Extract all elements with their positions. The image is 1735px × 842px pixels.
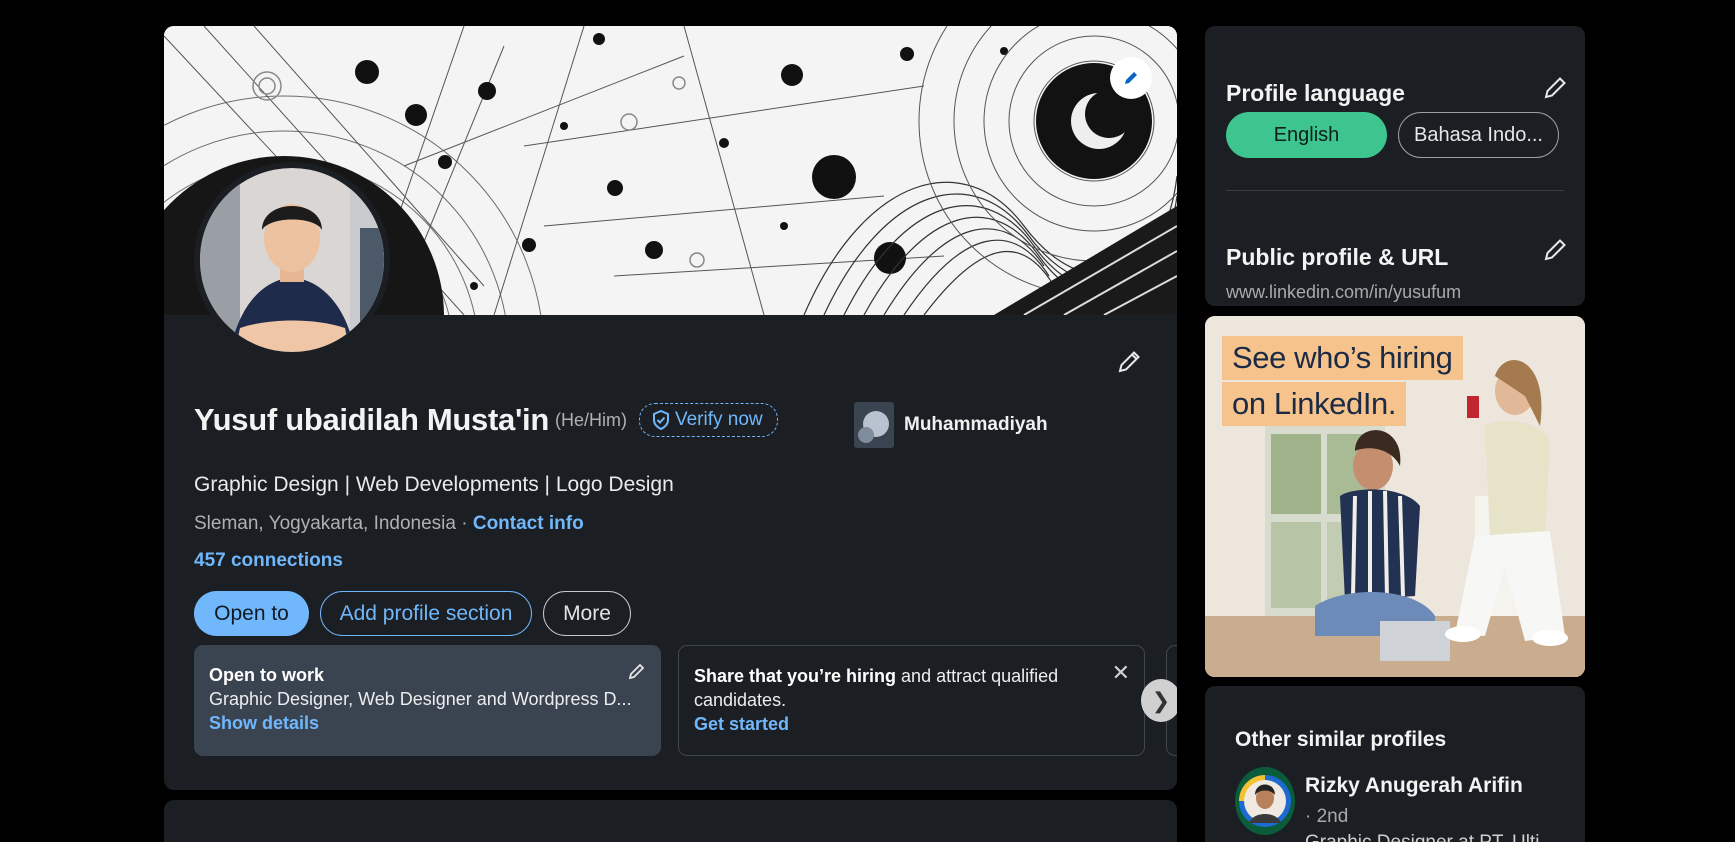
divider — [1226, 190, 1564, 191]
similar-profiles-card: Other similar profiles Rizky Anugerah Ar… — [1205, 686, 1585, 842]
similar-profile-headline: Graphic Designer at PT. Ulti... — [1305, 832, 1555, 842]
profile-headline: Graphic Design | Web Developments | Logo… — [194, 473, 674, 496]
shield-check-icon — [652, 410, 669, 430]
similar-profiles-title: Other similar profiles — [1235, 728, 1447, 751]
connection-degree: · 2nd — [1305, 806, 1349, 827]
add-profile-section-button[interactable]: Add profile section — [320, 591, 532, 636]
pronouns: (He/Him) — [554, 409, 627, 430]
more-button[interactable]: More — [543, 591, 631, 636]
analytics-card — [164, 800, 1177, 842]
share-hiring-text: and attract qualified — [896, 666, 1059, 686]
pencil-icon — [1125, 72, 1137, 84]
ad-headline-line2: on LinkedIn. — [1222, 382, 1407, 426]
location-row: Sleman, Yogyakarta, Indonesia · Contact … — [194, 513, 584, 535]
open-to-work-card: Open to work Graphic Designer, Web Desig… — [194, 645, 661, 756]
connections-link[interactable]: 457 connections — [194, 550, 343, 572]
get-started-link[interactable]: Get started — [694, 712, 1129, 736]
public-profile-url: www.linkedin.com/in/yusufum — [1226, 282, 1462, 302]
pencil-icon — [1118, 351, 1140, 373]
language-option-english[interactable]: English — [1226, 112, 1387, 158]
similar-profile-name[interactable]: Rizky Anugerah Arifin — [1305, 774, 1523, 798]
show-details-link[interactable]: Show details — [209, 711, 646, 735]
contact-info-link[interactable]: Contact info — [473, 513, 584, 534]
pencil-icon — [628, 663, 645, 680]
carousel-next-button[interactable]: ❯ — [1141, 679, 1177, 722]
pencil-icon — [1544, 239, 1566, 261]
close-icon[interactable]: ✕ — [1112, 661, 1130, 685]
language-option-bahasa[interactable]: Bahasa Indo... — [1398, 112, 1559, 158]
open-to-work-title: Open to work — [209, 665, 325, 685]
pencil-icon — [1544, 77, 1566, 99]
profile-avatar[interactable] — [194, 162, 390, 358]
current-company[interactable]: Muhammadiyah — [854, 402, 1048, 448]
profile-actions: Open to Add profile section More — [194, 591, 631, 636]
open-to-button[interactable]: Open to — [194, 591, 309, 636]
verify-now-button[interactable]: Verify now — [638, 403, 778, 437]
share-hiring-title: Share that you’re hiring — [694, 666, 897, 686]
edit-public-profile-button[interactable] — [1541, 236, 1569, 269]
profile-card: Yusuf ubaidilah Musta'in (He/Him) Verify… — [164, 26, 1177, 790]
hiring-ad[interactable]: See who’s hiring on LinkedIn. — [1205, 316, 1585, 677]
edit-intro-button[interactable] — [1111, 344, 1147, 380]
edit-banner-button[interactable] — [1110, 57, 1152, 99]
chevron-right-icon: ❯ — [1151, 687, 1171, 713]
company-name: Muhammadiyah — [904, 414, 1048, 435]
similar-profile-avatar[interactable] — [1235, 767, 1295, 835]
profile-name: Yusuf ubaidilah Musta'in — [194, 402, 549, 437]
name-row: Yusuf ubaidilah Musta'in (He/Him) Verify… — [194, 402, 778, 438]
profile-language-title: Profile language — [1226, 80, 1405, 106]
edit-open-to-work-button[interactable] — [627, 661, 647, 687]
ad-headline-line1: See who’s hiring — [1222, 336, 1463, 380]
company-logo — [854, 402, 894, 448]
edit-profile-language-button[interactable] — [1541, 74, 1569, 107]
verify-now-label: Verify now — [674, 409, 763, 430]
open-to-work-roles: Graphic Designer, Web Designer and Wordp… — [209, 689, 632, 709]
share-hiring-card: Share that you’re hiring and attract qua… — [678, 645, 1145, 756]
profile-settings-card: Profile language English Bahasa Indo... … — [1205, 26, 1585, 306]
share-hiring-text-line2: candidates. — [694, 690, 787, 710]
public-profile-title: Public profile & URL — [1226, 244, 1449, 270]
location: Sleman, Yogyakarta, Indonesia · — [194, 513, 473, 534]
